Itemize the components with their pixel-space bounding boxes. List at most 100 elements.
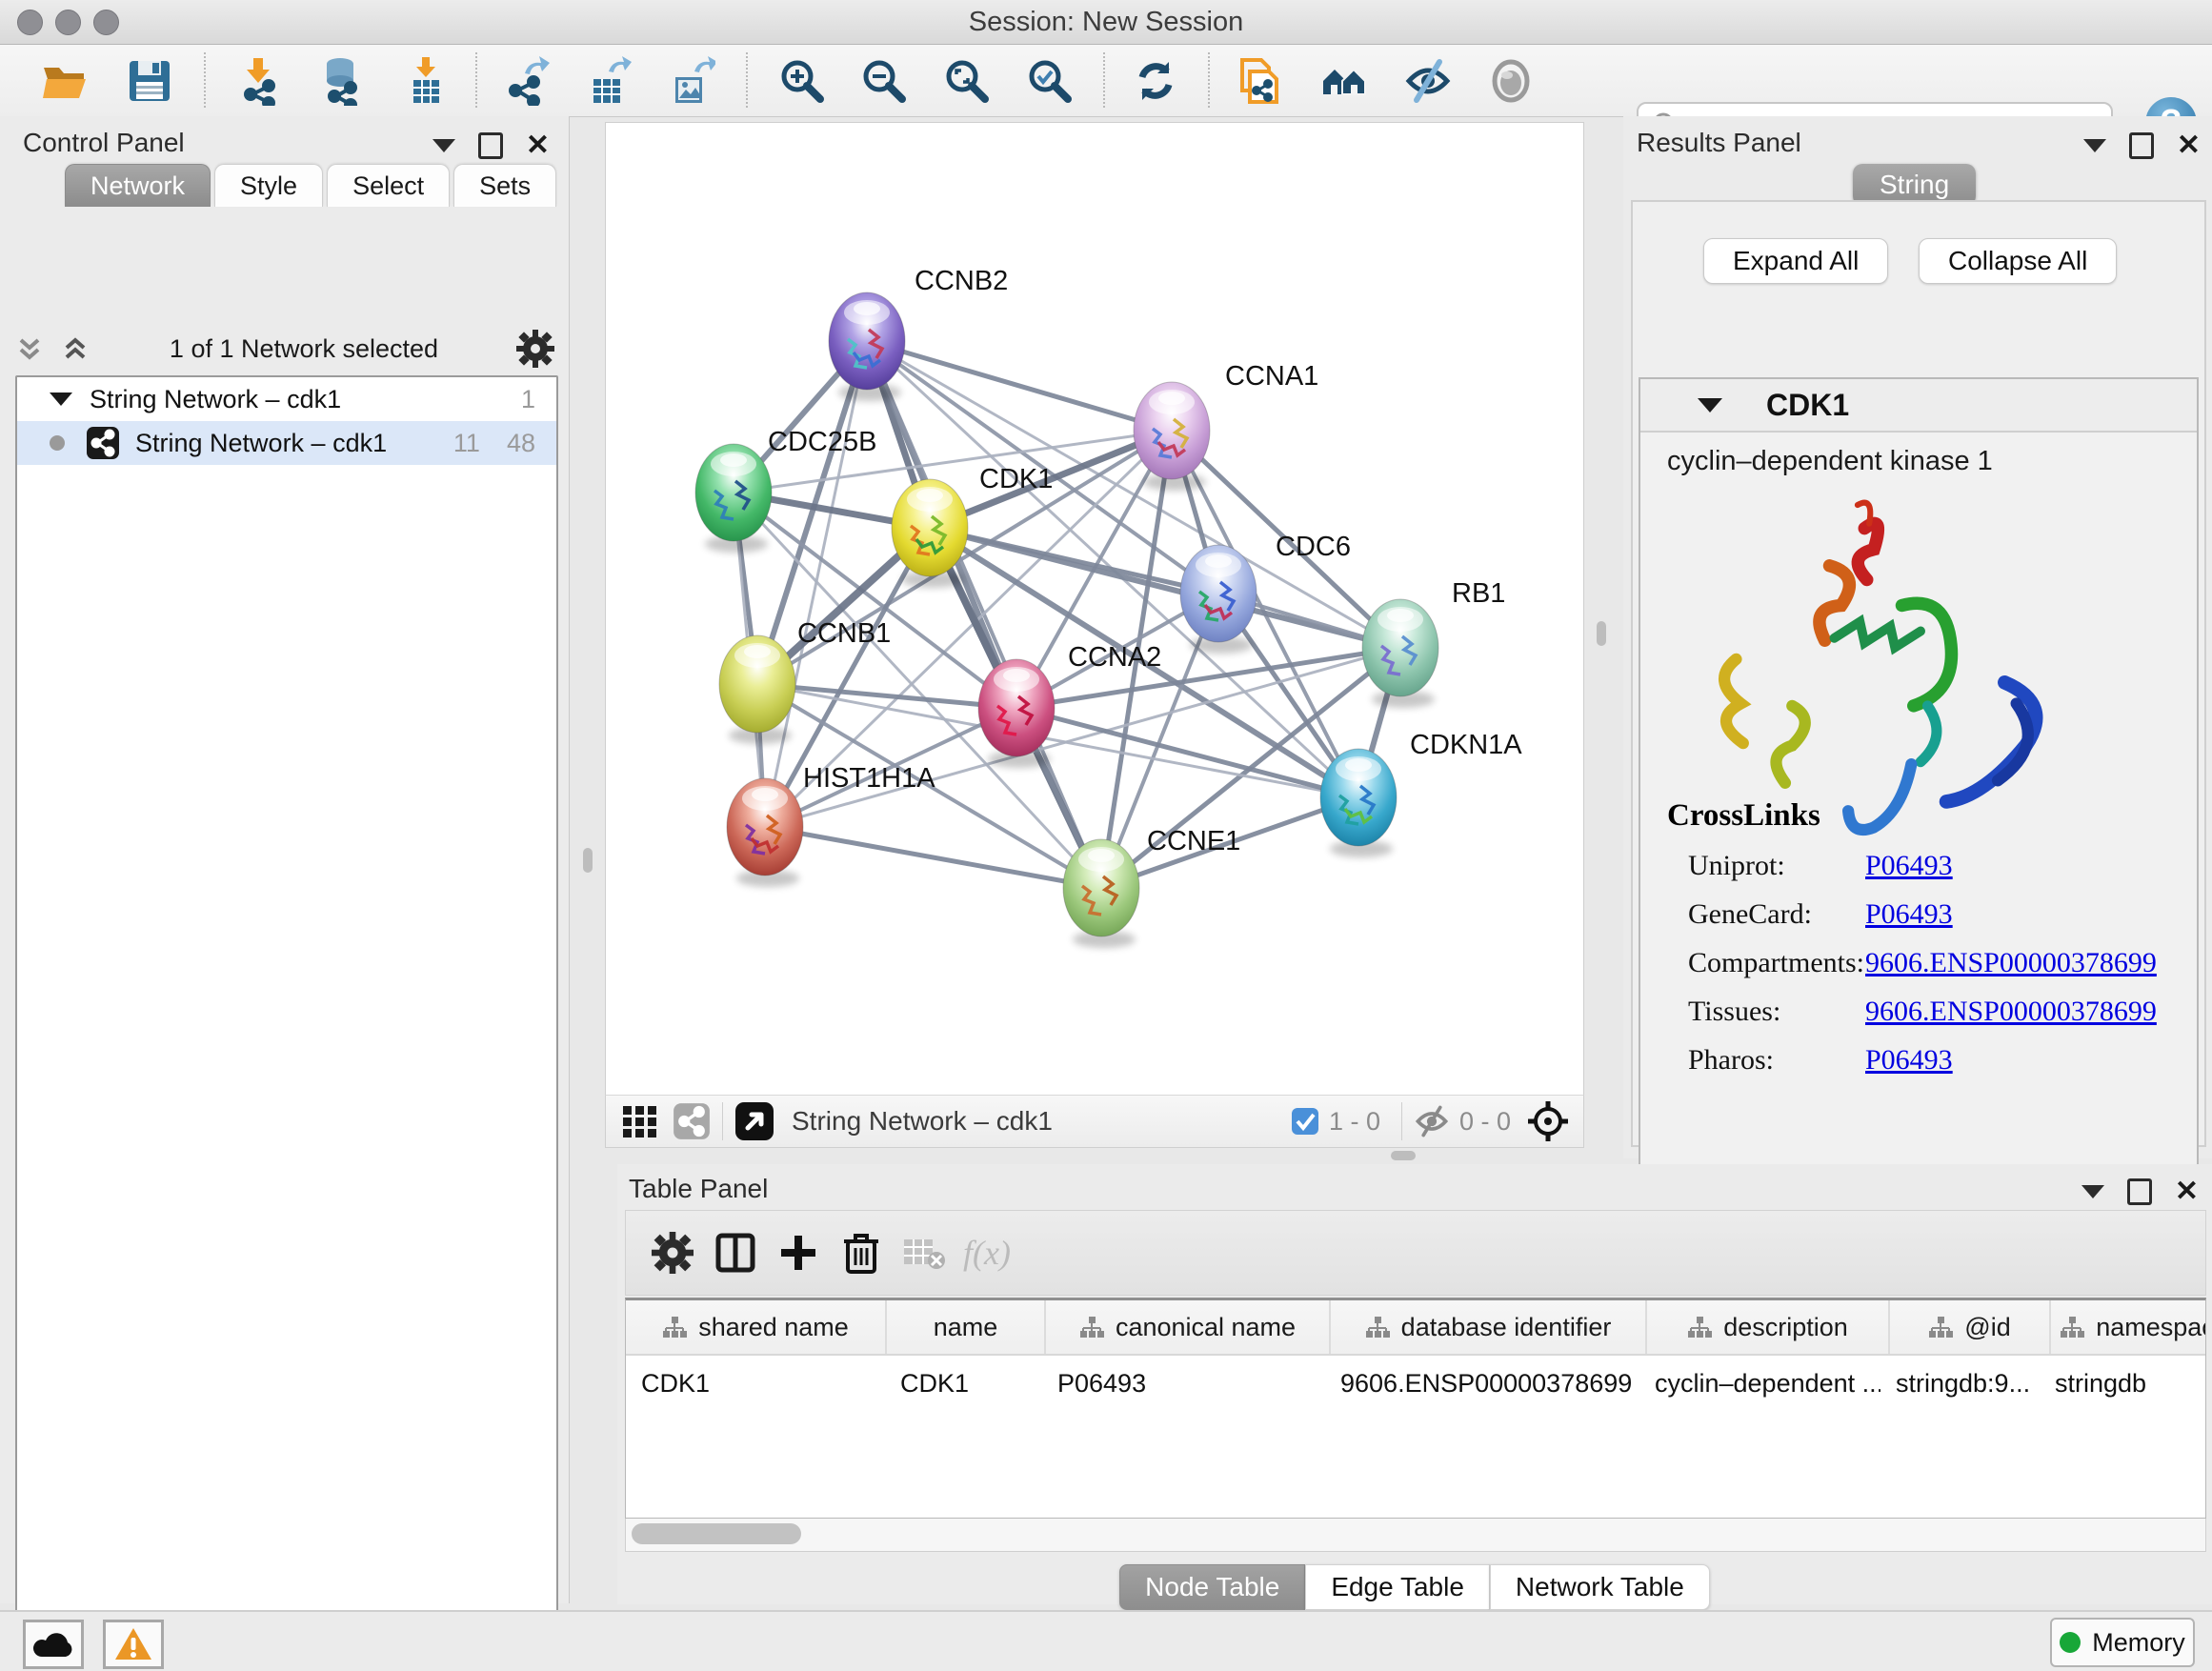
column-label: name (934, 1313, 998, 1342)
birds-eye-view-icon[interactable] (734, 1101, 774, 1141)
node-ccnb1[interactable] (719, 635, 795, 744)
warnings-button[interactable] (103, 1620, 164, 1669)
zoom-selected-icon[interactable] (1023, 54, 1076, 108)
gene-header-row[interactable]: CDK1 (1640, 379, 2197, 433)
table-row[interactable]: CDK1CDK1P064939606.ENSP00000378699cyclin… (626, 1356, 2205, 1411)
expand-all-button[interactable]: Expand All (1703, 238, 1888, 284)
scrollbar-thumb[interactable] (632, 1523, 801, 1544)
crosslink-link[interactable]: 9606.ENSP00000378699 (1865, 947, 2157, 979)
node-cdc6[interactable] (1180, 545, 1257, 654)
main-toolbar: ? (0, 45, 2212, 117)
column-header-database-identifier[interactable]: database identifier (1331, 1300, 1647, 1354)
node-cdkn1a[interactable] (1320, 749, 1397, 857)
panel-collapse-icon[interactable] (2081, 1185, 2104, 1198)
network-from-selection-icon[interactable] (1233, 54, 1286, 108)
tab-node-table[interactable]: Node Table (1119, 1564, 1305, 1610)
create-column-icon[interactable] (767, 1224, 830, 1281)
export-table-icon[interactable] (580, 54, 633, 108)
collapse-all-button[interactable]: Collapse All (1919, 238, 2117, 284)
panel-close-icon[interactable]: ✕ (2175, 1178, 2199, 1206)
column-header-shared-name[interactable]: shared name (626, 1300, 887, 1354)
network-canvas[interactable]: CCNB2CCNA1CDC25BCDK1CDC6RB1CCNB1CCNA2CDK… (605, 122, 1584, 1096)
table-cell[interactable]: cyclin–dependent ... (1639, 1356, 1880, 1411)
splitter-handle-left[interactable] (583, 848, 593, 873)
panel-close-icon[interactable]: ✕ (526, 131, 550, 160)
memory-button[interactable]: Memory (2050, 1618, 2195, 1667)
show-graphics-details-icon[interactable] (1484, 54, 1538, 108)
import-network-database-icon[interactable] (312, 54, 365, 108)
node-table[interactable]: shared name name canonical namedatabase id… (625, 1298, 2206, 1519)
table-settings-gear-icon[interactable] (641, 1224, 704, 1281)
crosshair-icon[interactable] (1526, 1099, 1570, 1143)
share-view-icon[interactable] (673, 1102, 711, 1140)
gear-icon[interactable] (516, 330, 554, 368)
panel-collapse-icon[interactable] (432, 139, 455, 152)
crosslinks-rows: Uniprot:P06493GeneCard:P06493Compartment… (1667, 850, 2157, 1077)
table-cell[interactable]: 9606.ENSP00000378699 (1325, 1356, 1639, 1411)
delete-column-icon[interactable] (830, 1224, 893, 1281)
node-ccnb2[interactable] (829, 292, 905, 401)
hide-selected-icon[interactable] (1401, 54, 1455, 108)
column-header-canonical-name[interactable]: canonical name (1046, 1300, 1331, 1354)
tab-sets[interactable]: Sets (453, 164, 556, 207)
column-label: namespace (2096, 1313, 2206, 1342)
tab-network[interactable]: Network (65, 164, 211, 207)
column-header--id[interactable]: @id (1890, 1300, 2051, 1354)
tab-edge-table[interactable]: Edge Table (1305, 1564, 1490, 1610)
grid-view-icon[interactable] (621, 1102, 659, 1140)
import-table-file-icon[interactable] (399, 54, 452, 108)
column-header-description[interactable]: description (1647, 1300, 1890, 1354)
horizontal-scrollbar[interactable] (625, 1519, 2206, 1552)
splitter-handle-bottom[interactable] (1391, 1151, 1416, 1160)
panel-float-icon[interactable] (478, 132, 503, 159)
node-cdc25b[interactable] (695, 444, 772, 553)
expand-all-networks-icon[interactable] (13, 332, 46, 365)
tab-select[interactable]: Select (327, 164, 450, 207)
open-session-icon[interactable] (38, 54, 91, 108)
hidden-eye-icon[interactable] (1414, 1103, 1450, 1139)
column-label: @id (1964, 1313, 2010, 1342)
collapse-gene-icon[interactable] (1698, 398, 1722, 413)
crosslink-link[interactable]: P06493 (1865, 1044, 1953, 1077)
table-cell[interactable]: CDK1 (885, 1356, 1042, 1411)
tab-style[interactable]: Style (214, 164, 323, 207)
table-cell[interactable]: CDK1 (626, 1356, 885, 1411)
zoom-fit-icon[interactable] (940, 54, 994, 108)
node-rb1[interactable] (1362, 599, 1438, 708)
refresh-icon[interactable] (1129, 54, 1182, 108)
collection-count: 1 (521, 385, 535, 414)
edge-rb1-hist1h1a[interactable] (765, 648, 1400, 827)
import-network-file-icon[interactable] (231, 54, 285, 108)
node-ccne1[interactable] (1063, 839, 1139, 948)
edge-ccnb2-ccna1[interactable] (867, 341, 1172, 431)
crosslink-link[interactable]: P06493 (1865, 850, 1953, 882)
show-columns-icon[interactable] (704, 1224, 767, 1281)
collapse-all-networks-icon[interactable] (59, 332, 91, 365)
save-session-icon[interactable] (123, 54, 176, 108)
column-header-name[interactable]: name (887, 1300, 1046, 1354)
panel-collapse-icon[interactable] (2083, 139, 2106, 152)
crosslink-link[interactable]: P06493 (1865, 898, 1953, 931)
first-neighbors-icon[interactable] (1317, 54, 1371, 108)
table-cell[interactable]: stringdb (2040, 1356, 2206, 1411)
export-image-icon[interactable] (664, 54, 717, 108)
zoom-in-icon[interactable] (775, 54, 829, 108)
table-cell[interactable]: stringdb:9... (1880, 1356, 2040, 1411)
zoom-out-icon[interactable] (857, 54, 911, 108)
cloud-button[interactable] (23, 1620, 84, 1669)
table-cell[interactable]: P06493 (1042, 1356, 1325, 1411)
panel-float-icon[interactable] (2129, 132, 2154, 159)
crosslink-link[interactable]: 9606.ENSP00000378699 (1865, 996, 2157, 1028)
column-header-namespace[interactable]: namespace (2051, 1300, 2206, 1354)
network-row[interactable]: String Network – cdk1 11 48 (17, 421, 556, 465)
splitter-handle-right[interactable] (1597, 621, 1606, 646)
selected-checkbox-icon[interactable] (1291, 1107, 1319, 1136)
node-hist1h1a[interactable] (727, 778, 803, 887)
network-collection-row[interactable]: String Network – cdk1 1 (17, 377, 556, 421)
export-network-icon[interactable] (498, 54, 552, 108)
panel-close-icon[interactable]: ✕ (2177, 131, 2201, 160)
tab-network-table[interactable]: Network Table (1490, 1564, 1710, 1610)
edge-ccnb1-ccna2[interactable] (757, 684, 1016, 708)
tree-expand-icon[interactable] (50, 393, 72, 406)
panel-float-icon[interactable] (2127, 1178, 2152, 1205)
